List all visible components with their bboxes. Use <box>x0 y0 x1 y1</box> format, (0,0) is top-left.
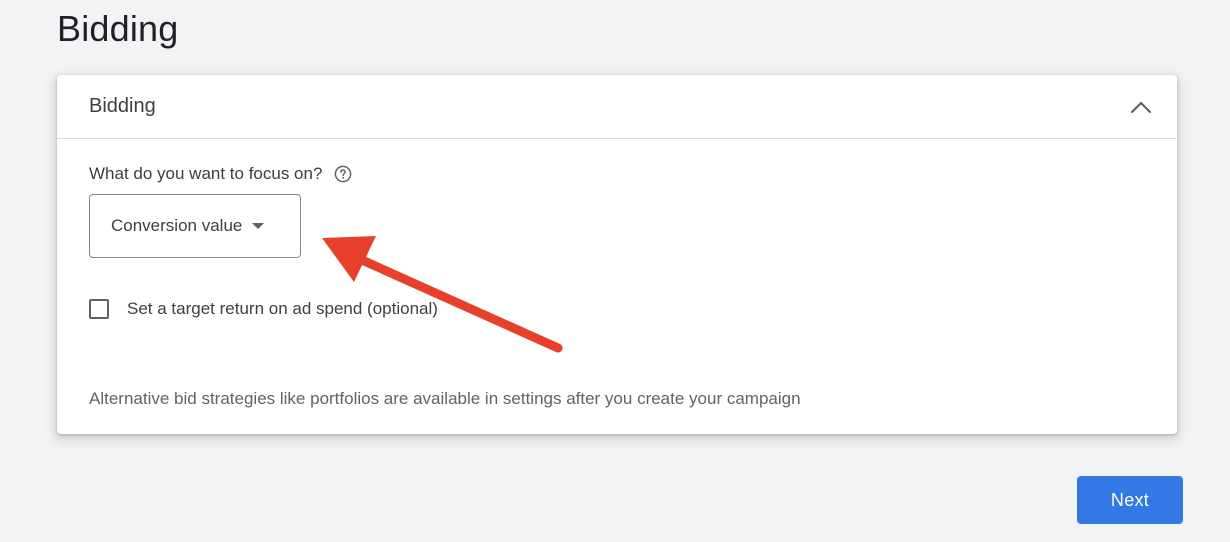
page-title: Bidding <box>57 8 179 49</box>
bidding-card: Bidding What do you want to focus on? Co… <box>57 75 1177 434</box>
next-button[interactable]: Next <box>1077 476 1183 524</box>
focus-question-label: What do you want to focus on? <box>89 164 323 183</box>
focus-label-row: What do you want to focus on? <box>89 164 352 184</box>
card-header[interactable]: Bidding <box>57 75 1177 139</box>
help-circle-icon[interactable] <box>334 165 352 183</box>
collapse-button[interactable] <box>1125 91 1157 123</box>
card-header-title: Bidding <box>89 95 156 117</box>
chevron-up-icon <box>1130 101 1152 114</box>
focus-dropdown-value: Conversion value <box>111 216 243 235</box>
target-roas-label[interactable]: Set a target return on ad spend (optiona… <box>127 299 438 319</box>
target-roas-option[interactable]: Set a target return on ad spend (optiona… <box>89 299 438 319</box>
focus-dropdown[interactable]: Conversion value <box>89 194 301 258</box>
caret-down-icon <box>252 223 265 229</box>
bidding-page: Bidding Bidding What do you want to focu… <box>0 0 1230 542</box>
bid-strategy-footnote: Alternative bid strategies like portfoli… <box>89 389 801 408</box>
target-roas-checkbox[interactable] <box>89 299 109 319</box>
